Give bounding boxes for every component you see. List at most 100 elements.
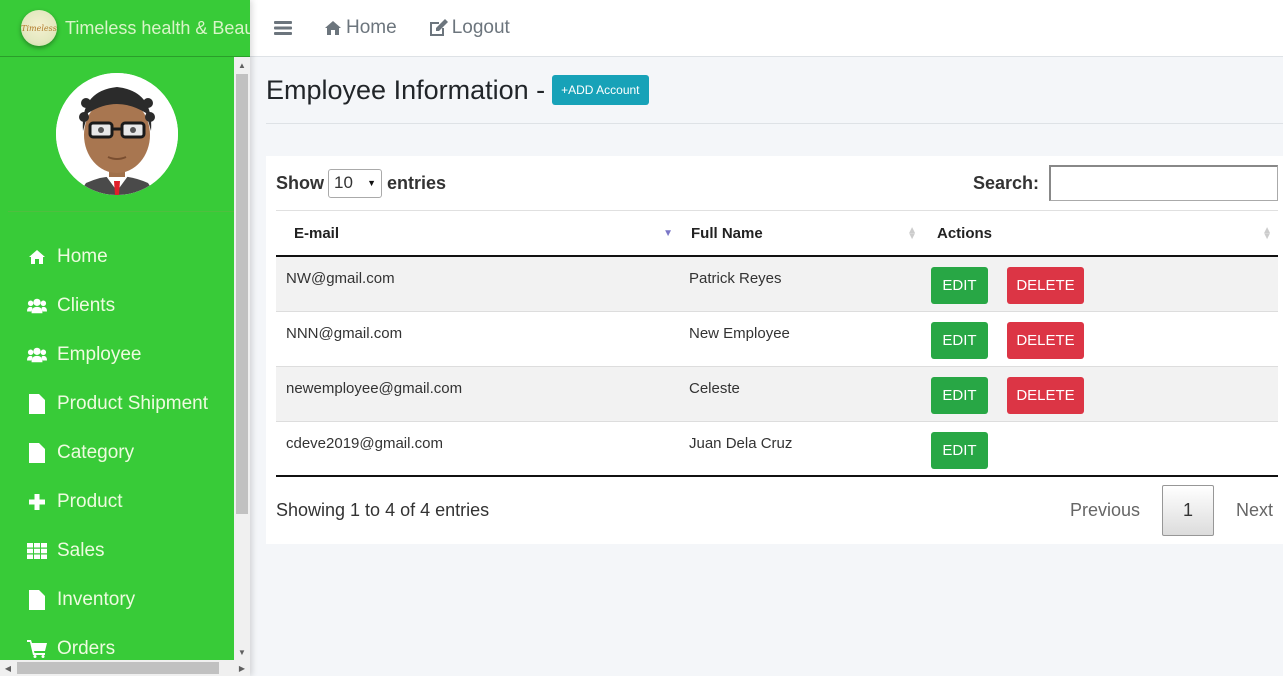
search-control: Search:: [973, 165, 1278, 201]
cell-full-name: Juan Dela Cruz: [679, 421, 923, 477]
scroll-left-arrow-icon[interactable]: ◀: [0, 660, 16, 676]
sidebar-vertical-scrollbar[interactable]: ▲ ▼: [234, 57, 250, 660]
table-row: cdeve2019@gmail.com Juan Dela Cruz EDIT: [276, 421, 1278, 477]
column-header-full-name[interactable]: Full Name ▲ ▼: [679, 211, 923, 257]
file-icon: [27, 589, 47, 610]
edit-button[interactable]: EDIT: [931, 321, 988, 359]
sidebar-item-label: Category: [57, 441, 135, 463]
page-length-value: 10: [334, 173, 353, 192]
sidebar: Timeless Timeless health & Beauty Home C…: [0, 0, 250, 676]
page-length-control: Show 10 ▼ entries: [276, 168, 447, 198]
top-nav-logout-label: Logout: [451, 17, 510, 38]
sidebar-item-label: Product: [57, 490, 123, 512]
sidebar-item-inventory[interactable]: Inventory: [0, 575, 250, 624]
edit-button[interactable]: EDIT: [931, 267, 988, 304]
sidebar-item-label: Orders: [57, 637, 116, 659]
sidebar-item-label: Inventory: [57, 588, 136, 610]
sidebar-horizontal-scrollbar[interactable]: ◀ ▶: [0, 660, 250, 676]
add-account-button[interactable]: +ADD Account: [552, 75, 649, 105]
column-header-actions[interactable]: Actions ▲ ▼: [923, 211, 1278, 257]
avatar[interactable]: [56, 73, 178, 195]
edit-icon: [429, 19, 448, 36]
users-icon: [27, 345, 47, 365]
sort-desc-icon: ▼: [663, 228, 673, 239]
users-icon: [27, 296, 47, 316]
top-nav-home-label: Home: [346, 17, 397, 38]
sidebar-item-home[interactable]: Home: [0, 232, 250, 281]
cell-actions: EDIT DELETE: [923, 256, 1278, 312]
sidebar-item-product-shipment[interactable]: Product Shipment: [0, 379, 250, 428]
sidebar-item-category[interactable]: Category: [0, 428, 250, 477]
pagination-next[interactable]: Next: [1214, 500, 1278, 521]
search-input[interactable]: [1049, 165, 1278, 201]
page-length-select[interactable]: 10 ▼: [328, 168, 382, 198]
top-nav-home-link[interactable]: Home: [324, 17, 397, 39]
sidebar-scroll-area: Home Clients Employee Product Shipment C…: [0, 57, 250, 660]
column-header-email[interactable]: E-mail ▼: [276, 211, 679, 257]
delete-button[interactable]: DELETE: [1007, 267, 1084, 304]
cell-email: newemployee@gmail.com: [276, 366, 679, 422]
delete-button[interactable]: DELETE: [1007, 321, 1084, 359]
cell-full-name: Celeste: [679, 366, 923, 422]
sidebar-item-product[interactable]: Product: [0, 477, 250, 526]
cell-actions: EDIT: [923, 421, 1278, 477]
plus-icon: [27, 492, 47, 512]
delete-button[interactable]: DELETE: [1007, 376, 1084, 414]
cell-full-name: Patrick Reyes: [679, 256, 923, 312]
brand-link[interactable]: Timeless Timeless health & Beauty: [0, 0, 250, 57]
table-row: NNN@gmail.com New Employee EDIT DELETE: [276, 311, 1278, 367]
user-panel: [8, 57, 242, 212]
sort-both-icon: ▲ ▼: [907, 225, 917, 242]
sidebar-item-label: Clients: [57, 294, 116, 316]
show-label: Show: [276, 172, 324, 193]
content-header: Employee Information - +ADD Account: [266, 57, 1283, 124]
chevron-down-icon: ▼: [367, 178, 376, 188]
page-title: Employee Information -: [266, 74, 546, 105]
sidebar-item-clients[interactable]: Clients: [0, 281, 250, 330]
scrollbar-thumb[interactable]: [17, 662, 219, 674]
sidebar-item-orders[interactable]: Orders: [0, 624, 250, 660]
main-content: Employee Information - +ADD Account Show…: [266, 57, 1283, 544]
cart-icon: [27, 639, 47, 659]
scrollbar-thumb[interactable]: [236, 74, 248, 514]
datatable-footer: Showing 1 to 4 of 4 entries Previous 1 N…: [276, 477, 1278, 543]
sidebar-item-employee[interactable]: Employee: [0, 330, 250, 379]
grid-icon: [27, 541, 47, 561]
table-row: NW@gmail.com Patrick Reyes EDIT DELETE: [276, 256, 1278, 312]
sidebar-item-label: Home: [57, 245, 108, 267]
sidebar-item-sales[interactable]: Sales: [0, 526, 250, 575]
sidebar-item-label: Sales: [57, 539, 105, 561]
search-label: Search:: [972, 172, 1039, 193]
pagination-previous[interactable]: Previous: [1048, 500, 1162, 521]
cell-email: cdeve2019@gmail.com: [276, 421, 679, 477]
scroll-up-arrow-icon[interactable]: ▲: [234, 57, 250, 73]
edit-button[interactable]: EDIT: [931, 376, 988, 414]
brand-name: Timeless health & Beauty: [65, 17, 250, 38]
file-icon: [27, 393, 47, 414]
entries-label: entries: [387, 172, 447, 193]
employee-table: E-mail ▼ Full Name ▲ ▼ Actions ▲ ▼ NW@gmai…: [276, 211, 1278, 477]
pagination-page-current[interactable]: 1: [1161, 484, 1214, 536]
home-icon: [325, 21, 341, 35]
scroll-right-arrow-icon[interactable]: ▶: [234, 660, 250, 676]
scroll-down-arrow-icon[interactable]: ▼: [234, 644, 250, 660]
pagination: Previous 1 Next: [1048, 484, 1278, 536]
column-header-label: Actions: [937, 224, 993, 242]
cell-email: NNN@gmail.com: [276, 311, 679, 367]
cell-actions: EDIT DELETE: [923, 366, 1278, 422]
table-header-row: E-mail ▼ Full Name ▲ ▼ Actions ▲ ▼: [276, 211, 1278, 257]
employee-table-card: Show 10 ▼ entries Search: E-mail ▼ Full …: [266, 156, 1283, 544]
table-info: Showing 1 to 4 of 4 entries: [276, 499, 490, 520]
hamburger-icon: [274, 21, 292, 35]
cell-actions: EDIT DELETE: [923, 311, 1278, 367]
brand-logo-text: Timeless: [21, 23, 57, 33]
sidebar-item-label: Product Shipment: [57, 392, 209, 414]
home-icon: [27, 247, 47, 267]
menu-toggle-button[interactable]: [274, 20, 292, 36]
edit-button[interactable]: EDIT: [931, 431, 988, 469]
column-header-label: E-mail: [294, 224, 340, 242]
top-nav-logout-link[interactable]: Logout: [428, 17, 510, 39]
top-navbar: Home Logout: [250, 0, 1283, 57]
cell-email: NW@gmail.com: [276, 256, 679, 312]
cell-full-name: New Employee: [679, 311, 923, 367]
